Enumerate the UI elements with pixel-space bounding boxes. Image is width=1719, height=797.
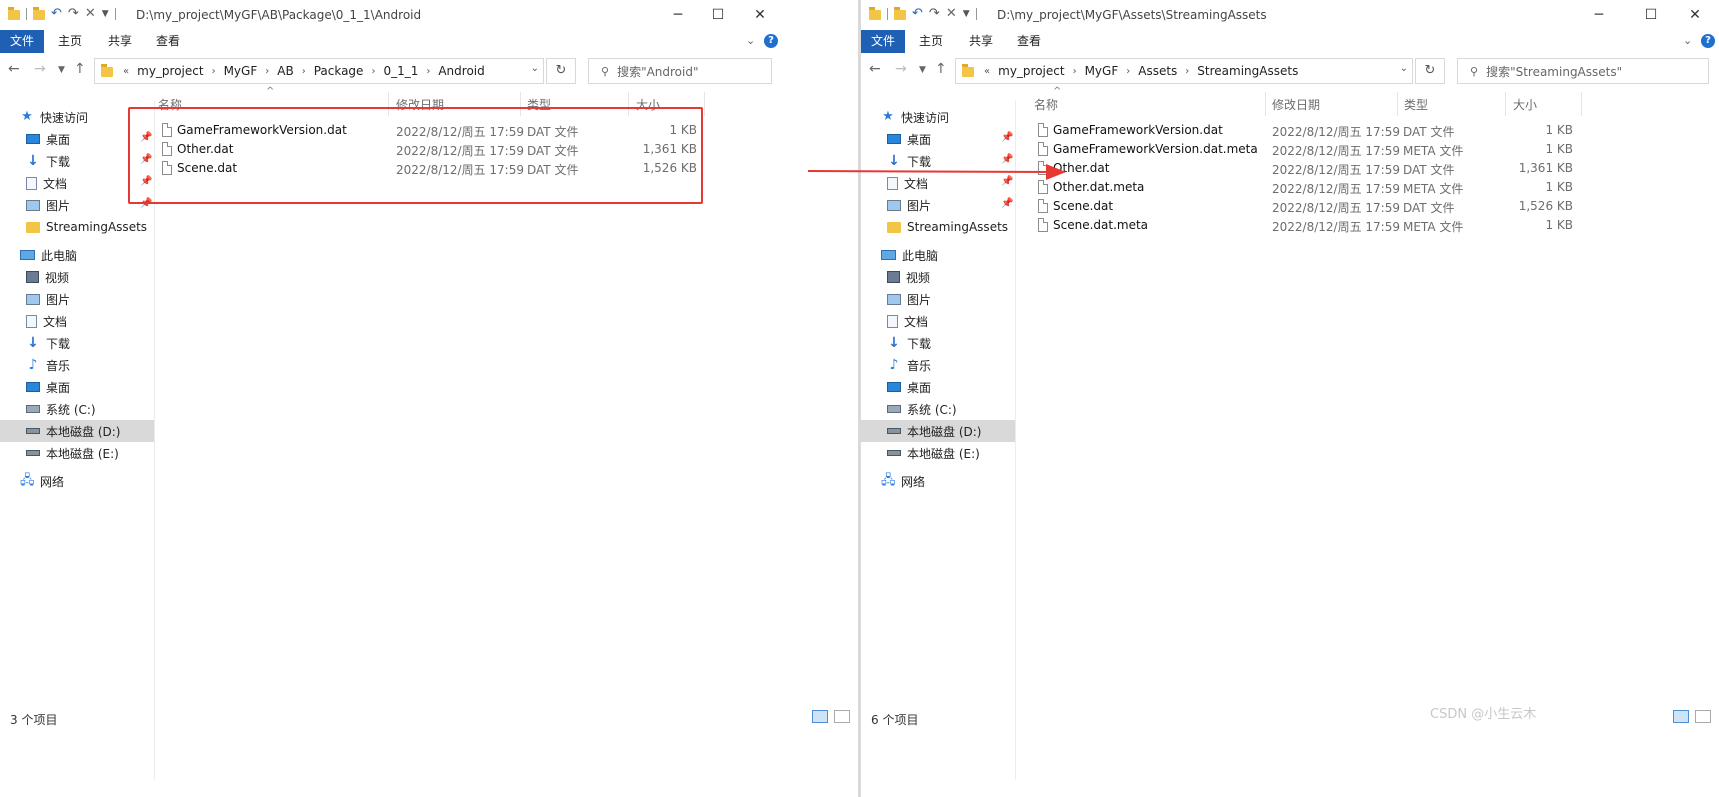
annotation-arrow [807,164,1066,180]
arrow-head [1046,164,1066,180]
arrow-line [807,170,1051,173]
watermark: CSDN @小生云木 [1430,707,1537,722]
